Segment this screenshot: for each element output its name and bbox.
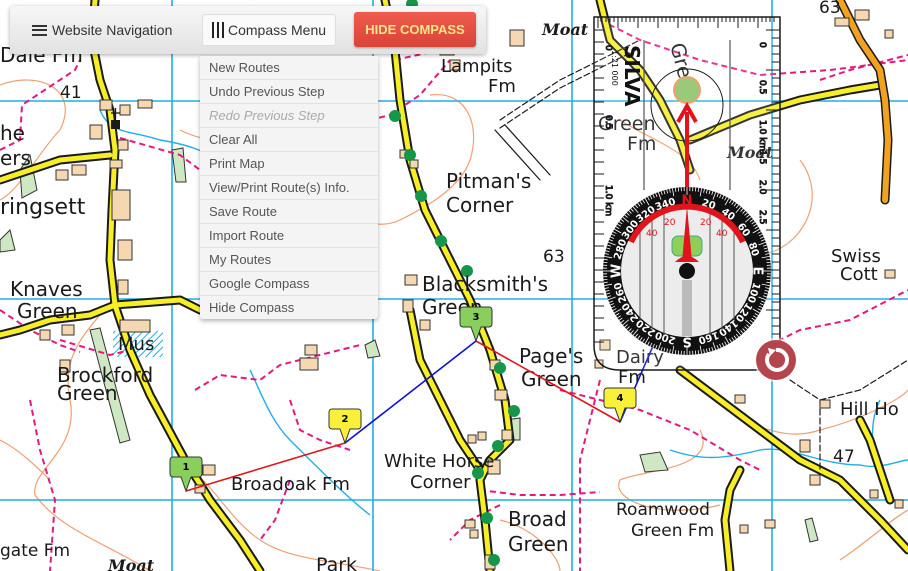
label-hill-ho: Hill Ho — [840, 399, 899, 420]
menu-item-print-map[interactable]: Print Map — [200, 152, 378, 176]
label-pitmans-corner: Corner — [446, 193, 514, 217]
menu-item-new-routes[interactable]: New Routes — [200, 56, 378, 80]
compass-scale: 1:21 000 — [610, 50, 619, 86]
ruler-label: 0 — [757, 42, 767, 48]
label-grid-47: 47 — [833, 447, 855, 467]
ruler-label: 0.5 — [757, 80, 767, 94]
bezel-tick — [603, 258, 608, 261]
label-pitmans: Pitman's — [446, 169, 531, 193]
top-toolbar: Website Navigation Compass Menu HIDE COM… — [10, 6, 486, 54]
menu-item-hide-compass[interactable]: Hide Compass — [200, 296, 378, 319]
label-ringsett: ringsett — [0, 195, 86, 220]
os-map[interactable]: Dale Fm 41 he ers ringsett Knaves Green … — [0, 0, 908, 571]
bezel-tick — [697, 350, 700, 355]
hide-compass-button[interactable]: HIDE COMPASS — [354, 12, 476, 47]
declination-label: 40 — [646, 229, 658, 239]
bezel-tick — [674, 350, 677, 355]
label-moat-2: Moat — [541, 20, 589, 39]
declination-label: 40 — [716, 229, 728, 239]
bezel-label: W — [610, 264, 625, 278]
compass[interactable]: 00.51.0 km 00.51.0 km1.52.02.5 SILVA 1:2… — [593, 16, 781, 371]
ruler-label: 2.0 — [757, 180, 767, 195]
rotate-compass-button[interactable] — [756, 340, 796, 380]
menu-item-view-print-route-info[interactable]: View/Print Route(s) Info. — [200, 176, 378, 200]
bezel-tick — [697, 187, 700, 192]
menu-item-clear-all[interactable]: Clear All — [200, 128, 378, 152]
bezel-tick — [766, 258, 771, 261]
ruler-label: 0.5 — [603, 115, 613, 129]
orienting-arrow-tail — [682, 280, 692, 336]
declination-label: 20 — [664, 218, 676, 228]
waypoint-label: 2 — [342, 414, 349, 425]
label-mus: Mus — [118, 334, 154, 355]
ruler-label: 1.0 km — [603, 185, 613, 216]
label-blacksmiths: Blacksmith's — [422, 272, 548, 296]
declination-label: 20 — [700, 218, 712, 228]
menu-item-my-routes[interactable]: My Routes — [200, 248, 378, 272]
label-white-horse: White Horse — [384, 451, 494, 472]
website-navigation-label: Website Navigation — [52, 22, 173, 38]
label-broad-green: Green — [508, 532, 569, 556]
label-ers: ers — [0, 146, 31, 170]
compass-pivot — [679, 263, 695, 279]
label-white-horse-corner: Corner — [410, 472, 471, 493]
ruler-label: 2.5 — [757, 210, 767, 224]
bezel-tick — [674, 187, 677, 192]
label-he: he — [0, 121, 25, 145]
rotate-icon — [765, 347, 789, 372]
label-swiss-cott: Cott — [840, 264, 878, 285]
hide-compass-label: HIDE COMPASS — [365, 22, 465, 37]
compass-menu-label: Compass Menu — [227, 22, 327, 38]
label-grid-63-a: 63 — [543, 247, 565, 267]
label-pages: Page's — [519, 344, 583, 368]
bezel-label: E — [750, 267, 765, 276]
waypoint-label: 3 — [473, 312, 480, 323]
label-brockford-green: Green — [57, 381, 118, 405]
label-gate-fm: gate Fm — [0, 541, 70, 561]
compass-brand: SILVA — [620, 45, 644, 107]
vertical-bars-icon — [211, 22, 224, 38]
website-navigation-button[interactable]: Website Navigation — [32, 14, 172, 46]
compass-sight-dot — [673, 76, 701, 104]
menu-item-redo: Redo Previous Step — [200, 104, 378, 128]
label-roamwood-green-fm: Green Fm — [631, 521, 714, 541]
ruler-label: 1.5 — [757, 150, 767, 164]
label-lampits: Lampits — [441, 56, 512, 77]
label-grid-63-b: 63 — [819, 0, 841, 18]
label-roamwood: Roamwood — [616, 500, 710, 520]
label-knaves-green: Green — [17, 299, 78, 323]
waypoint-label: 4 — [617, 393, 624, 404]
label-moat-1: Moat — [107, 556, 155, 571]
compass-menu-dropdown: New Routes Undo Previous Step Redo Previ… — [200, 56, 378, 319]
menu-item-import-route[interactable]: Import Route — [200, 224, 378, 248]
label-park: Park — [316, 554, 357, 571]
bezel-tick — [766, 281, 771, 284]
label-broad: Broad — [508, 507, 567, 531]
label-grid-41: 41 — [60, 83, 82, 103]
bezel-tick — [603, 281, 608, 284]
menu-item-undo[interactable]: Undo Previous Step — [200, 80, 378, 104]
waypoint-label: 1 — [183, 462, 190, 473]
compass-menu-button[interactable]: Compass Menu — [202, 14, 336, 46]
menu-item-save-route[interactable]: Save Route — [200, 200, 378, 224]
label-broadoak-fm: Broadoak Fm — [231, 474, 350, 495]
ruler-label: 1.0 km — [757, 120, 767, 151]
label-knaves: Knaves — [10, 277, 83, 301]
menu-item-google-compass[interactable]: Google Compass — [200, 272, 378, 296]
label-lampits-fm: Fm — [488, 76, 516, 97]
hamburger-icon — [32, 24, 47, 36]
